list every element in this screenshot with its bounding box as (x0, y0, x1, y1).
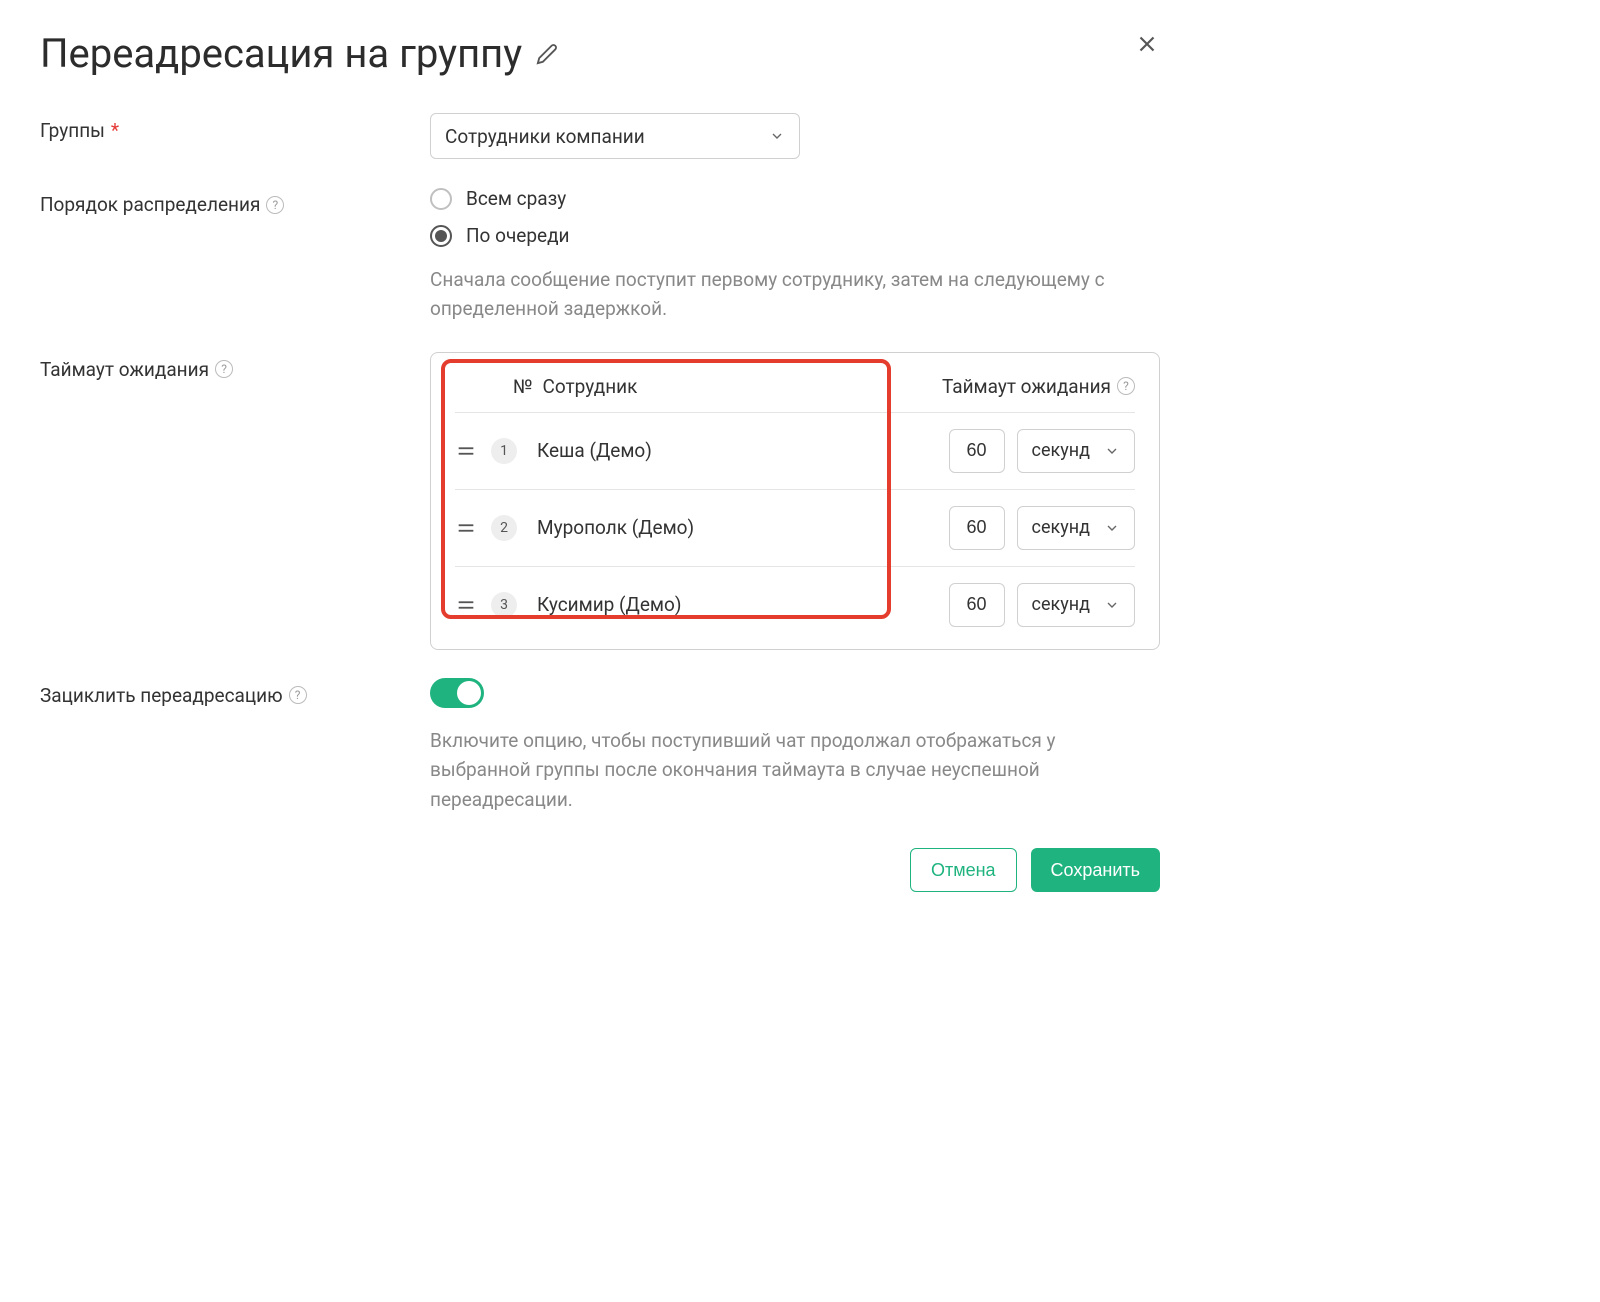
radio-circle-icon (430, 188, 452, 210)
close-icon[interactable] (1134, 31, 1160, 57)
chevron-down-icon (1104, 520, 1120, 536)
help-icon[interactable]: ? (215, 360, 233, 378)
timeout-unit-value: секунд (1032, 517, 1090, 538)
timeout-panel: № Сотрудник Таймаут ожидания ? 1 Кеша (Д… (430, 352, 1160, 650)
employee-row: 2 Мурополк (Демо) секунд (455, 489, 1135, 566)
save-button[interactable]: Сохранить (1031, 848, 1160, 892)
timeout-unit-select[interactable]: секунд (1017, 583, 1135, 627)
chevron-down-icon (1104, 597, 1120, 613)
groups-select-value: Сотрудники компании (445, 125, 645, 148)
page-title: Переадресация на группу (40, 30, 522, 77)
chevron-down-icon (1104, 443, 1120, 459)
timeout-unit-value: секунд (1032, 440, 1090, 461)
cancel-button[interactable]: Отмена (910, 848, 1017, 892)
row-number-badge: 1 (491, 438, 517, 464)
help-icon[interactable]: ? (1117, 377, 1135, 395)
timeout-value-input[interactable] (949, 506, 1005, 550)
employee-name: Кеша (Демо) (537, 439, 949, 462)
radio-circle-icon (430, 225, 452, 247)
timeout-unit-value: секунд (1032, 594, 1090, 615)
radio-in-queue[interactable]: По очереди (430, 224, 1160, 247)
distribution-label: Порядок распределения ? (40, 187, 430, 216)
employee-name: Мурополк (Демо) (537, 516, 949, 539)
dialog-footer: Отмена Сохранить (40, 848, 1160, 892)
column-header-timeout: Таймаут ожидания (942, 375, 1111, 398)
drag-handle-icon[interactable] (455, 517, 477, 539)
employee-row: 1 Кеша (Демо) секунд (455, 412, 1135, 489)
row-number-badge: 2 (491, 515, 517, 541)
groups-label: Группы * (40, 113, 430, 142)
employee-name: Кусимир (Демо) (537, 593, 949, 616)
distribution-description: Сначала сообщение поступит первому сотру… (430, 265, 1160, 324)
radio-all-at-once[interactable]: Всем сразу (430, 187, 1160, 210)
drag-handle-icon[interactable] (455, 440, 477, 462)
column-header-number: № (513, 375, 533, 398)
pencil-icon[interactable] (536, 43, 558, 65)
distribution-label-text: Порядок распределения (40, 193, 260, 216)
help-icon[interactable]: ? (266, 196, 284, 214)
loop-label: Зациклить переадресацию ? (40, 678, 430, 707)
timeout-value-input[interactable] (949, 429, 1005, 473)
loop-toggle[interactable] (430, 678, 484, 708)
chevron-down-icon (769, 128, 785, 144)
row-number-badge: 3 (491, 592, 517, 618)
groups-label-text: Группы (40, 119, 105, 142)
help-icon[interactable]: ? (289, 686, 307, 704)
dialog-header: Переадресация на группу (40, 30, 1160, 77)
radio-all-label: Всем сразу (466, 187, 566, 210)
required-asterisk: * (111, 119, 119, 142)
timeout-unit-select[interactable]: секунд (1017, 429, 1135, 473)
column-header-employee: Сотрудник (543, 375, 638, 398)
employee-row: 3 Кусимир (Демо) секунд (455, 566, 1135, 643)
groups-select[interactable]: Сотрудники компании (430, 113, 800, 159)
loop-description: Включите опцию, чтобы поступивший чат пр… (430, 726, 1160, 814)
timeout-label: Таймаут ожидания ? (40, 352, 430, 381)
loop-label-text: Зациклить переадресацию (40, 684, 283, 707)
drag-handle-icon[interactable] (455, 594, 477, 616)
timeout-value-input[interactable] (949, 583, 1005, 627)
toggle-knob (457, 681, 481, 705)
timeout-label-text: Таймаут ожидания (40, 358, 209, 381)
radio-queue-label: По очереди (466, 224, 570, 247)
timeout-unit-select[interactable]: секунд (1017, 506, 1135, 550)
